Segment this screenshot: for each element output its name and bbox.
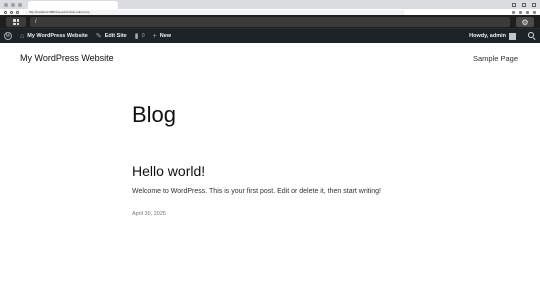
- comments-link[interactable]: ▮ 0: [131, 29, 149, 43]
- brush-icon: ✎: [95, 33, 102, 40]
- howdy-label: Howdy, admin: [469, 33, 506, 39]
- browser-tab[interactable]: [28, 1, 118, 9]
- edit-site-link[interactable]: ✎ Edit Site: [92, 29, 131, 43]
- avatar: [509, 32, 516, 40]
- comment-icon: ▮: [134, 33, 139, 40]
- new-label: New: [159, 33, 172, 39]
- gear-icon: ⚙: [521, 17, 529, 27]
- page-title: Blog: [132, 102, 177, 127]
- url-input[interactable]: http://localhost:8881/wp-admin/site-edit…: [25, 9, 405, 15]
- site-title[interactable]: My WordPress Website: [20, 53, 114, 63]
- site-name-label: My WordPress Website: [27, 33, 88, 39]
- browser-nav-buttons[interactable]: [4, 10, 19, 14]
- window-buttons[interactable]: [512, 2, 536, 7]
- browser-tab-strip: [0, 0, 540, 9]
- wp-logo-menu[interactable]: W: [0, 29, 16, 43]
- nav-link-sample-page[interactable]: Sample Page: [473, 54, 518, 63]
- site-name-menu[interactable]: ⌂ My WordPress Website: [16, 29, 92, 43]
- settings-button[interactable]: ⚙: [516, 17, 534, 27]
- grid-icon: [13, 19, 19, 25]
- site-editor-toolbar: / ⚙: [0, 15, 540, 29]
- site-editor-logo-button[interactable]: [6, 17, 26, 27]
- browser-extensions[interactable]: [512, 10, 536, 14]
- new-content-menu[interactable]: + New: [149, 29, 175, 43]
- wordpress-logo-icon: W: [4, 32, 12, 40]
- window-controls[interactable]: [4, 2, 22, 7]
- editor-path-field[interactable]: /: [30, 17, 510, 27]
- post-date[interactable]: April 30, 2025: [132, 211, 166, 217]
- search-icon[interactable]: [528, 32, 536, 40]
- edit-site-label: Edit Site: [104, 33, 127, 39]
- post-title[interactable]: Hello world!: [132, 163, 205, 179]
- plus-icon: +: [152, 32, 157, 40]
- post-excerpt: Welcome to WordPress. This is your first…: [132, 188, 381, 195]
- my-account-menu[interactable]: Howdy, admin: [465, 29, 520, 43]
- wp-admin-bar: W ⌂ My WordPress Website ✎ Edit Site ▮ 0…: [0, 29, 540, 43]
- home-icon: ⌂: [20, 32, 25, 40]
- comments-count: 0: [141, 33, 145, 39]
